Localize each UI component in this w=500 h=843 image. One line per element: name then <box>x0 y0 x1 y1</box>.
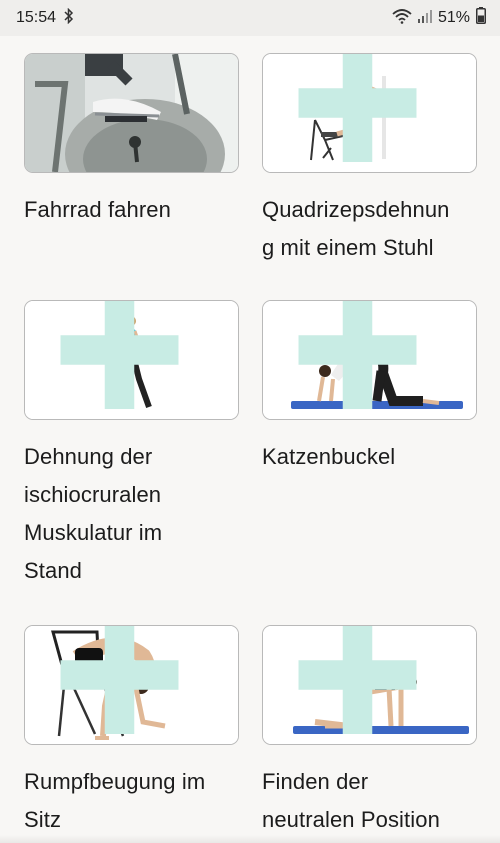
exercise-card-trunk-flexion[interactable]: Rumpfbeugung im Sitz <box>24 625 239 839</box>
status-bar: 15:54 51% <box>0 0 500 36</box>
exercise-title[interactable]: Rumpfbeugung im Sitz <box>24 763 239 839</box>
exercise-title[interactable]: Fahrrad fahren <box>24 191 239 229</box>
exercise-title[interactable]: Katzenbuckel <box>262 438 477 476</box>
wifi-icon <box>392 8 412 29</box>
signal-icon <box>417 9 432 28</box>
exercise-thumbnail[interactable] <box>24 53 239 173</box>
bottom-edge <box>0 835 500 843</box>
exercise-title[interactable]: Finden der neutralen Position <box>262 763 477 839</box>
add-plus-icon[interactable] <box>24 300 226 409</box>
status-left: 15:54 <box>16 7 74 29</box>
add-plus-icon[interactable] <box>262 625 464 734</box>
exercise-title[interactable]: Dehnung der ischiocruralen Muskulatur im… <box>24 438 239 590</box>
exercise-card-cat[interactable]: Katzenbuckel <box>262 300 477 476</box>
exercise-thumbnail[interactable] <box>262 53 477 173</box>
add-plus-icon[interactable] <box>262 53 464 162</box>
stationary-bike-photo <box>25 54 238 172</box>
exercise-thumbnail[interactable] <box>262 300 477 420</box>
exercise-card-bike[interactable]: Fahrrad fahren <box>24 53 239 229</box>
exercise-grid: Fahrrad fahren Quadrizepsdehnun g mit ei… <box>0 36 500 843</box>
exercise-title[interactable]: Quadrizepsdehnun g mit einem Stuhl <box>262 191 477 267</box>
exercise-thumbnail[interactable] <box>24 300 239 420</box>
add-plus-icon[interactable] <box>262 300 464 409</box>
exercise-thumbnail[interactable] <box>24 625 239 745</box>
exercise-card-neutral-position[interactable]: Finden der neutralen Position <box>262 625 477 839</box>
add-plus-icon[interactable] <box>24 625 226 734</box>
status-right: 51% <box>392 7 486 29</box>
exercise-card-quadriceps[interactable]: Quadrizepsdehnun g mit einem Stuhl <box>262 53 477 267</box>
battery-percent: 51% <box>437 9 470 26</box>
exercise-thumbnail[interactable] <box>262 625 477 745</box>
exercise-card-hamstring[interactable]: Dehnung der ischiocruralen Muskulatur im… <box>24 300 239 590</box>
battery-icon <box>476 7 486 29</box>
status-time: 15:54 <box>16 9 57 26</box>
bluetooth-icon <box>64 7 74 29</box>
